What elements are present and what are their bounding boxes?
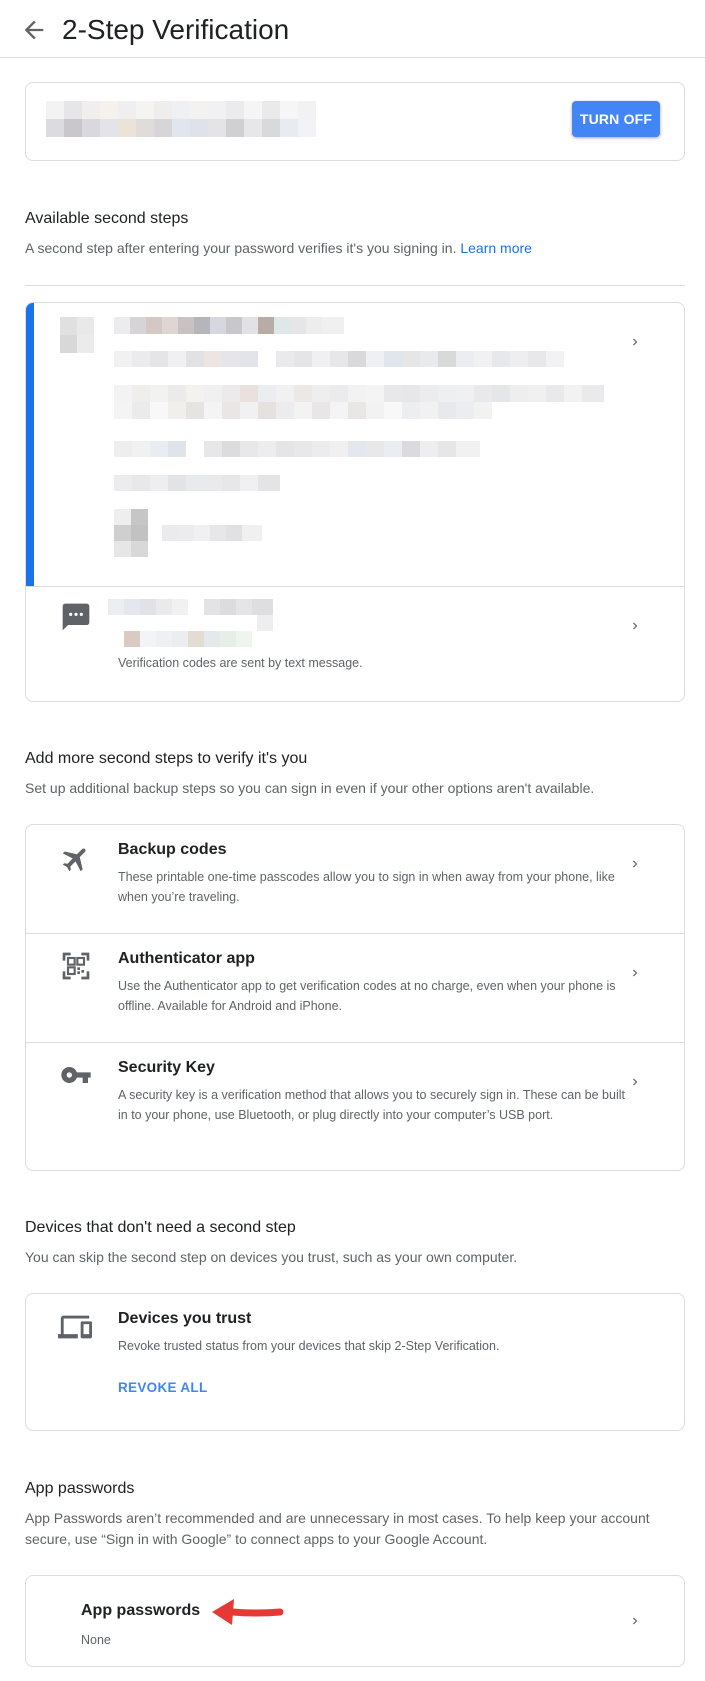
- redacted-device-name: [114, 317, 344, 334]
- chevron-right-icon: [633, 338, 638, 346]
- redacted-detail-line-2: [114, 385, 604, 419]
- section-desc-app-passwords: App Passwords aren’t recommended and are…: [25, 1510, 650, 1547]
- arrow-left-icon[interactable]: [20, 16, 48, 44]
- authenticator-app-row[interactable]: Authenticator app Use the Authenticator …: [26, 934, 684, 1042]
- chevron-right-icon: [633, 969, 638, 977]
- more-steps-card: Backup codes These printable one-time pa…: [25, 824, 685, 1171]
- section-title-trusted-devices: Devices that don't need a second step: [25, 1219, 296, 1236]
- redacted-small-text: [162, 525, 262, 541]
- annotation-arrow-icon: [212, 1599, 284, 1625]
- app-passwords-value: None: [81, 1633, 111, 1647]
- authenticator-app-description: Use the Authenticator app to get verific…: [118, 979, 616, 1013]
- app-passwords-title: App passwords: [81, 1602, 201, 1619]
- page-title: 2-Step Verification: [62, 14, 290, 45]
- section-desc-trusted-devices: You can skip the second step on devices …: [25, 1249, 518, 1265]
- redacted-detail-line-1: [114, 351, 564, 367]
- text-message-description: Verification codes are sent by text mess…: [118, 656, 363, 670]
- status-card: TURN OFF: [25, 82, 685, 161]
- redacted-device-icon: [60, 317, 94, 353]
- primary-step-row[interactable]: [26, 303, 684, 586]
- devices-you-trust-title: Devices you trust: [118, 1310, 252, 1327]
- revoke-all-button[interactable]: REVOKE ALL: [118, 1380, 208, 1395]
- selected-accent-bar: [26, 303, 34, 586]
- airplane-icon: [62, 848, 86, 872]
- section-title-more-steps: Add more second steps to verify it's you: [25, 750, 308, 767]
- sms-icon: [62, 603, 90, 631]
- security-key-description: A security key is a verification method …: [118, 1088, 625, 1122]
- authenticator-app-title: Authenticator app: [118, 950, 255, 967]
- qr-code-icon: [62, 952, 90, 980]
- devices-icon: [58, 1315, 92, 1339]
- turn-off-button[interactable]: TURN OFF: [572, 101, 660, 137]
- backup-codes-row[interactable]: Backup codes These printable one-time pa…: [26, 825, 684, 933]
- section-title-app-passwords: App passwords: [25, 1480, 135, 1497]
- section-title-available-steps: Available second steps: [25, 210, 189, 227]
- chevron-right-icon: [633, 1617, 638, 1625]
- key-icon: [61, 1067, 91, 1083]
- app-passwords-card[interactable]: App passwords None: [25, 1575, 685, 1667]
- available-steps-card: Verification codes are sent by text mess…: [25, 302, 685, 702]
- redacted-detail-line-4: [114, 475, 280, 491]
- chevron-right-icon: [633, 1078, 638, 1086]
- top-bar: 2-Step Verification: [0, 0, 705, 58]
- redacted-small-icon: [114, 509, 148, 557]
- security-key-title: Security Key: [118, 1059, 215, 1076]
- section-desc-available-steps: A second step after entering your passwo…: [25, 238, 685, 259]
- chevron-right-icon: [633, 860, 638, 868]
- devices-you-trust-description: Revoke trusted status from your devices …: [118, 1339, 500, 1353]
- section-desc-more-steps: Set up additional backup steps so you ca…: [25, 780, 595, 796]
- redacted-phone-label: [108, 599, 273, 647]
- redacted-detail-line-3: [114, 441, 480, 457]
- redacted-account-info: [46, 101, 328, 137]
- trusted-devices-card: Devices you trust Revoke trusted status …: [25, 1293, 685, 1431]
- security-key-row[interactable]: Security Key A security key is a verific…: [26, 1043, 684, 1170]
- backup-codes-description: These printable one-time passcodes allow…: [118, 870, 615, 904]
- available-steps-description: A second step after entering your passwo…: [25, 240, 457, 256]
- text-message-row[interactable]: Verification codes are sent by text mess…: [26, 587, 684, 701]
- chevron-right-icon: [633, 622, 638, 630]
- backup-codes-title: Backup codes: [118, 841, 227, 858]
- section-divider: [25, 285, 685, 286]
- learn-more-link[interactable]: Learn more: [460, 240, 532, 256]
